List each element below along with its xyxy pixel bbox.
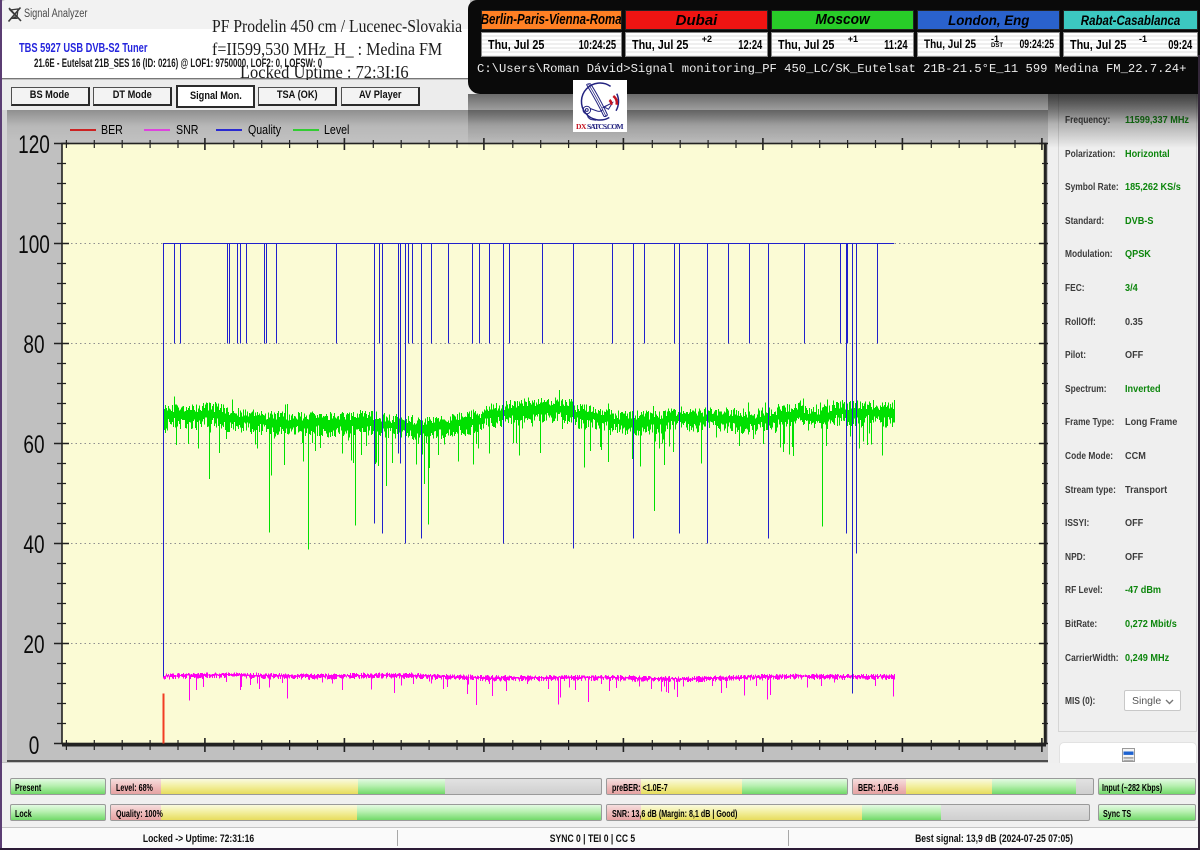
svg-text:SATCS.COM: SATCS.COM — [587, 122, 624, 131]
svg-text:DX: DX — [576, 122, 587, 131]
